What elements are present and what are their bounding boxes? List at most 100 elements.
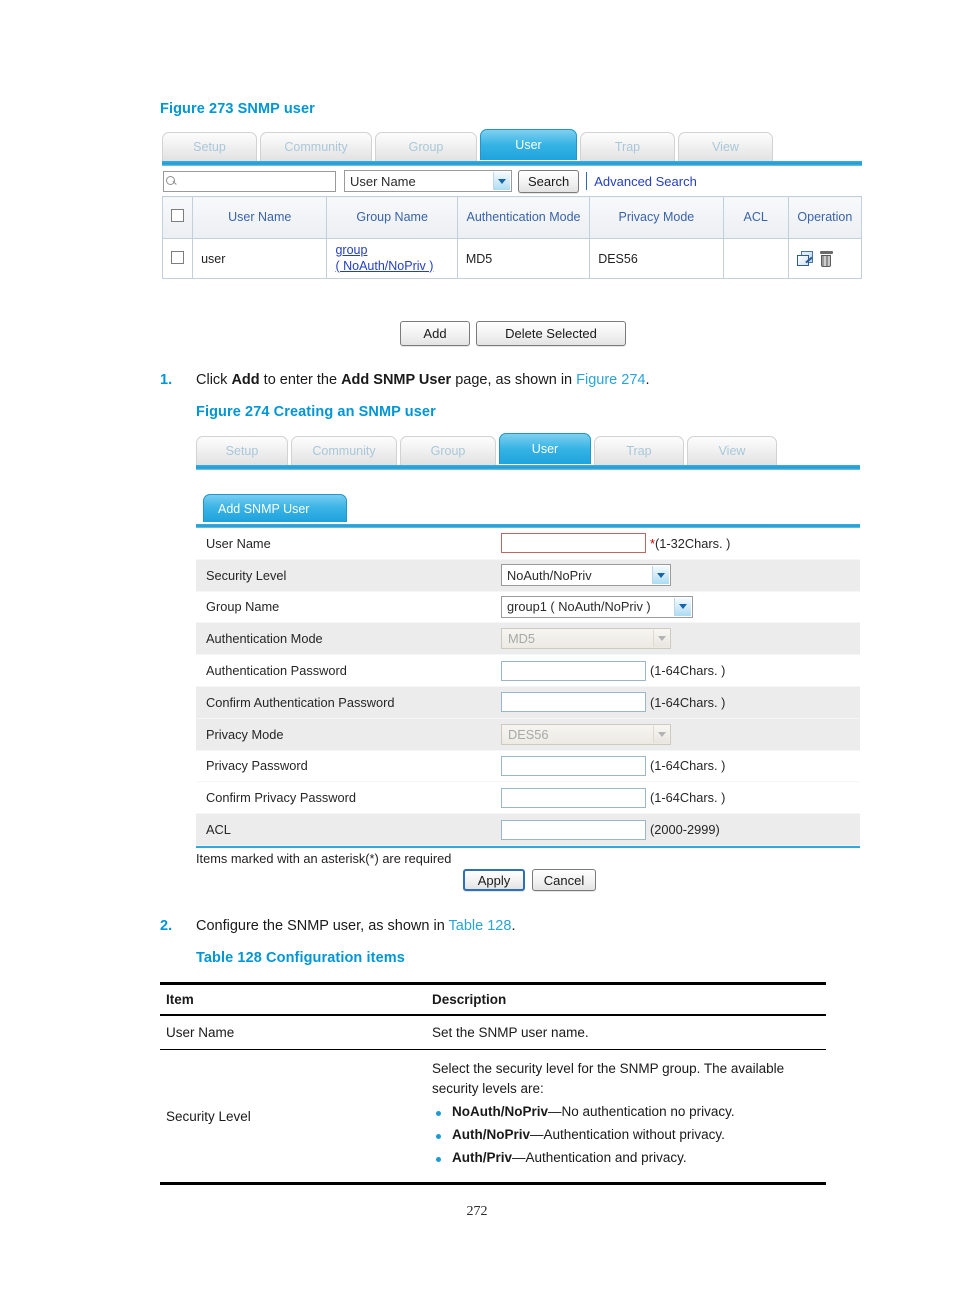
select-value: group1 ( NoAuth/NoPriv ): [507, 599, 651, 615]
select-all-checkbox[interactable]: [171, 209, 185, 223]
step-1-number: 1.: [160, 372, 173, 388]
delete-selected-button-label: Delete Selected: [505, 326, 597, 341]
tab-label: User: [515, 138, 542, 152]
form-label: Authentication Password: [206, 663, 347, 679]
step-1-bold-page: Add SNMP User: [341, 372, 452, 388]
t128-header-row: Item Description: [160, 982, 826, 1016]
search-button-label: Search: [528, 173, 570, 189]
field-hint: (1-64Chars. ): [650, 758, 726, 774]
form-label: Privacy Mode: [206, 726, 284, 742]
field-hint: *(1-32Chars. ): [650, 535, 731, 551]
form-label: Authentication Mode: [206, 631, 323, 647]
tab-view-2[interactable]: View: [687, 436, 777, 465]
select-all-header: [161, 196, 194, 239]
add-button[interactable]: Add: [400, 321, 470, 346]
input-user-name[interactable]: [501, 533, 646, 554]
input-authentication-password[interactable]: [501, 660, 646, 681]
step-2-number: 2.: [160, 918, 173, 934]
add-snmp-user-form: User Name *(1-32Chars. ) Security Level NoA…: [196, 528, 860, 846]
t128-row-security-level: Security Level Select the security level…: [160, 1049, 826, 1186]
input-confirm-authentication-password[interactable]: [501, 692, 646, 713]
tab-view-1[interactable]: View: [678, 132, 773, 161]
form-row-user-name: User Name *(1-32Chars. ): [196, 528, 860, 560]
tab-group-2[interactable]: Group: [400, 436, 496, 465]
table-row: user group ( NoAuth/NoPriv ) MD5 DES56: [161, 238, 863, 279]
form-label: ACL: [206, 822, 231, 838]
delete-icon[interactable]: [819, 250, 833, 267]
group-name-link-line2[interactable]: ( NoAuth/NoPriv ): [335, 259, 448, 275]
configuration-items-table: Item Description User Name Set the SNMP …: [160, 982, 826, 1186]
panel-tab-add-snmp-user[interactable]: Add SNMP User: [203, 494, 347, 522]
select-security-level[interactable]: NoAuth/NoPriv: [501, 564, 671, 587]
select-group-name[interactable]: group1 ( NoAuth/NoPriv ): [501, 595, 693, 618]
form-label: Group Name: [206, 599, 280, 615]
row-checkbox[interactable]: [171, 250, 185, 264]
step-1-text-end: .: [645, 372, 650, 388]
input-acl[interactable]: [501, 819, 646, 840]
tab-setup-2[interactable]: Setup: [196, 436, 288, 465]
t128-desc-intro: Select the security level for the SNMP g…: [432, 1061, 785, 1096]
step-2: 2. Configure the SNMP user, as shown in …: [160, 918, 860, 934]
select-privacy-mode: DES56: [501, 723, 671, 745]
search-icon: [166, 175, 177, 187]
tab-community-1[interactable]: Community: [260, 132, 372, 161]
tab-user-1[interactable]: User: [480, 129, 577, 160]
cell-group-name: group ( NoAuth/NoPriv ): [326, 238, 458, 279]
bullet-term: Auth/Priv: [452, 1150, 513, 1166]
panel-tab-label: Add SNMP User: [218, 501, 310, 516]
step-1-text: Click Add to enter the Add SNMP User pag…: [196, 372, 650, 388]
advanced-search-link[interactable]: Advanced Search: [594, 174, 697, 189]
chevron-down-icon: [653, 630, 669, 648]
form-label: User Name: [206, 535, 271, 551]
cell-acl: [722, 238, 789, 279]
cancel-button[interactable]: Cancel: [532, 869, 596, 891]
chevron-down-icon[interactable]: [652, 566, 669, 585]
form-row-authentication-mode: Authentication Mode MD5: [196, 623, 860, 656]
tab-trap-2[interactable]: Trap: [594, 436, 684, 465]
search-field-select[interactable]: User Name: [344, 170, 512, 192]
t128-row-user-name: User Name Set the SNMP user name.: [160, 1015, 826, 1050]
search-input[interactable]: [163, 170, 336, 192]
tab-label: Trap: [626, 444, 652, 458]
step-1-figure-ref[interactable]: Figure 274: [576, 372, 645, 388]
step-2-text-pre: Configure the SNMP user, as shown in: [196, 918, 449, 934]
col-privacy-mode: Privacy Mode: [589, 196, 724, 239]
tabbar-underline: [162, 161, 862, 166]
tab-group-1[interactable]: Group: [375, 132, 477, 161]
tab-trap-1[interactable]: Trap: [580, 132, 675, 161]
figure-274-screenshot: Setup Community Group User Trap View Add…: [196, 433, 860, 866]
input-privacy-password[interactable]: [501, 755, 646, 776]
step-2-table-ref[interactable]: Table 128: [449, 918, 512, 934]
chevron-down-icon[interactable]: [674, 597, 691, 616]
field-hint: (1-64Chars. ): [650, 694, 726, 710]
form-row-privacy-password: Privacy Password (1-64Chars. ): [196, 750, 860, 783]
t128-desc-user-name: Set the SNMP user name.: [426, 1015, 826, 1050]
select-value: MD5: [508, 631, 536, 647]
group-name-link-line1[interactable]: group: [335, 243, 448, 259]
snmp-user-table: User Name Group Name Authentication Mode…: [161, 196, 863, 279]
field-hint: (2000-2999): [650, 822, 720, 838]
form-row-security-level: Security Level NoAuth/NoPriv: [196, 559, 860, 592]
tab-community-2[interactable]: Community: [291, 436, 397, 465]
figure-274-action-buttons: Apply Cancel: [463, 869, 596, 891]
bullet-item: Auth/NoPriv—Authentication without priva…: [432, 1127, 826, 1142]
form-label: Confirm Authentication Password: [206, 694, 395, 710]
col-group-name: Group Name: [326, 196, 458, 239]
input-confirm-privacy-password[interactable]: [501, 787, 646, 808]
tab-label: Setup: [193, 140, 226, 154]
delete-selected-button[interactable]: Delete Selected: [476, 321, 626, 346]
edit-icon[interactable]: [796, 250, 814, 267]
apply-button[interactable]: Apply: [463, 869, 525, 891]
form-row-group-name: Group Name group1 ( NoAuth/NoPriv ): [196, 591, 860, 624]
step-1-bold-add: Add: [231, 372, 260, 388]
bullet-term: NoAuth/NoPriv: [452, 1104, 548, 1120]
t128-item-security-level: Security Level: [160, 1049, 426, 1186]
search-button[interactable]: Search: [518, 169, 580, 193]
tab-user-2[interactable]: User: [499, 433, 591, 464]
tab-label: User: [531, 442, 559, 456]
select-value: DES56: [508, 726, 549, 742]
tab-setup-1[interactable]: Setup: [162, 132, 257, 161]
panel-bottom-rule: [196, 845, 860, 848]
snmp-tabs-1: Setup Community Group User Trap View: [162, 129, 862, 161]
step-1: 1. Click Add to enter the Add SNMP User …: [160, 372, 860, 388]
